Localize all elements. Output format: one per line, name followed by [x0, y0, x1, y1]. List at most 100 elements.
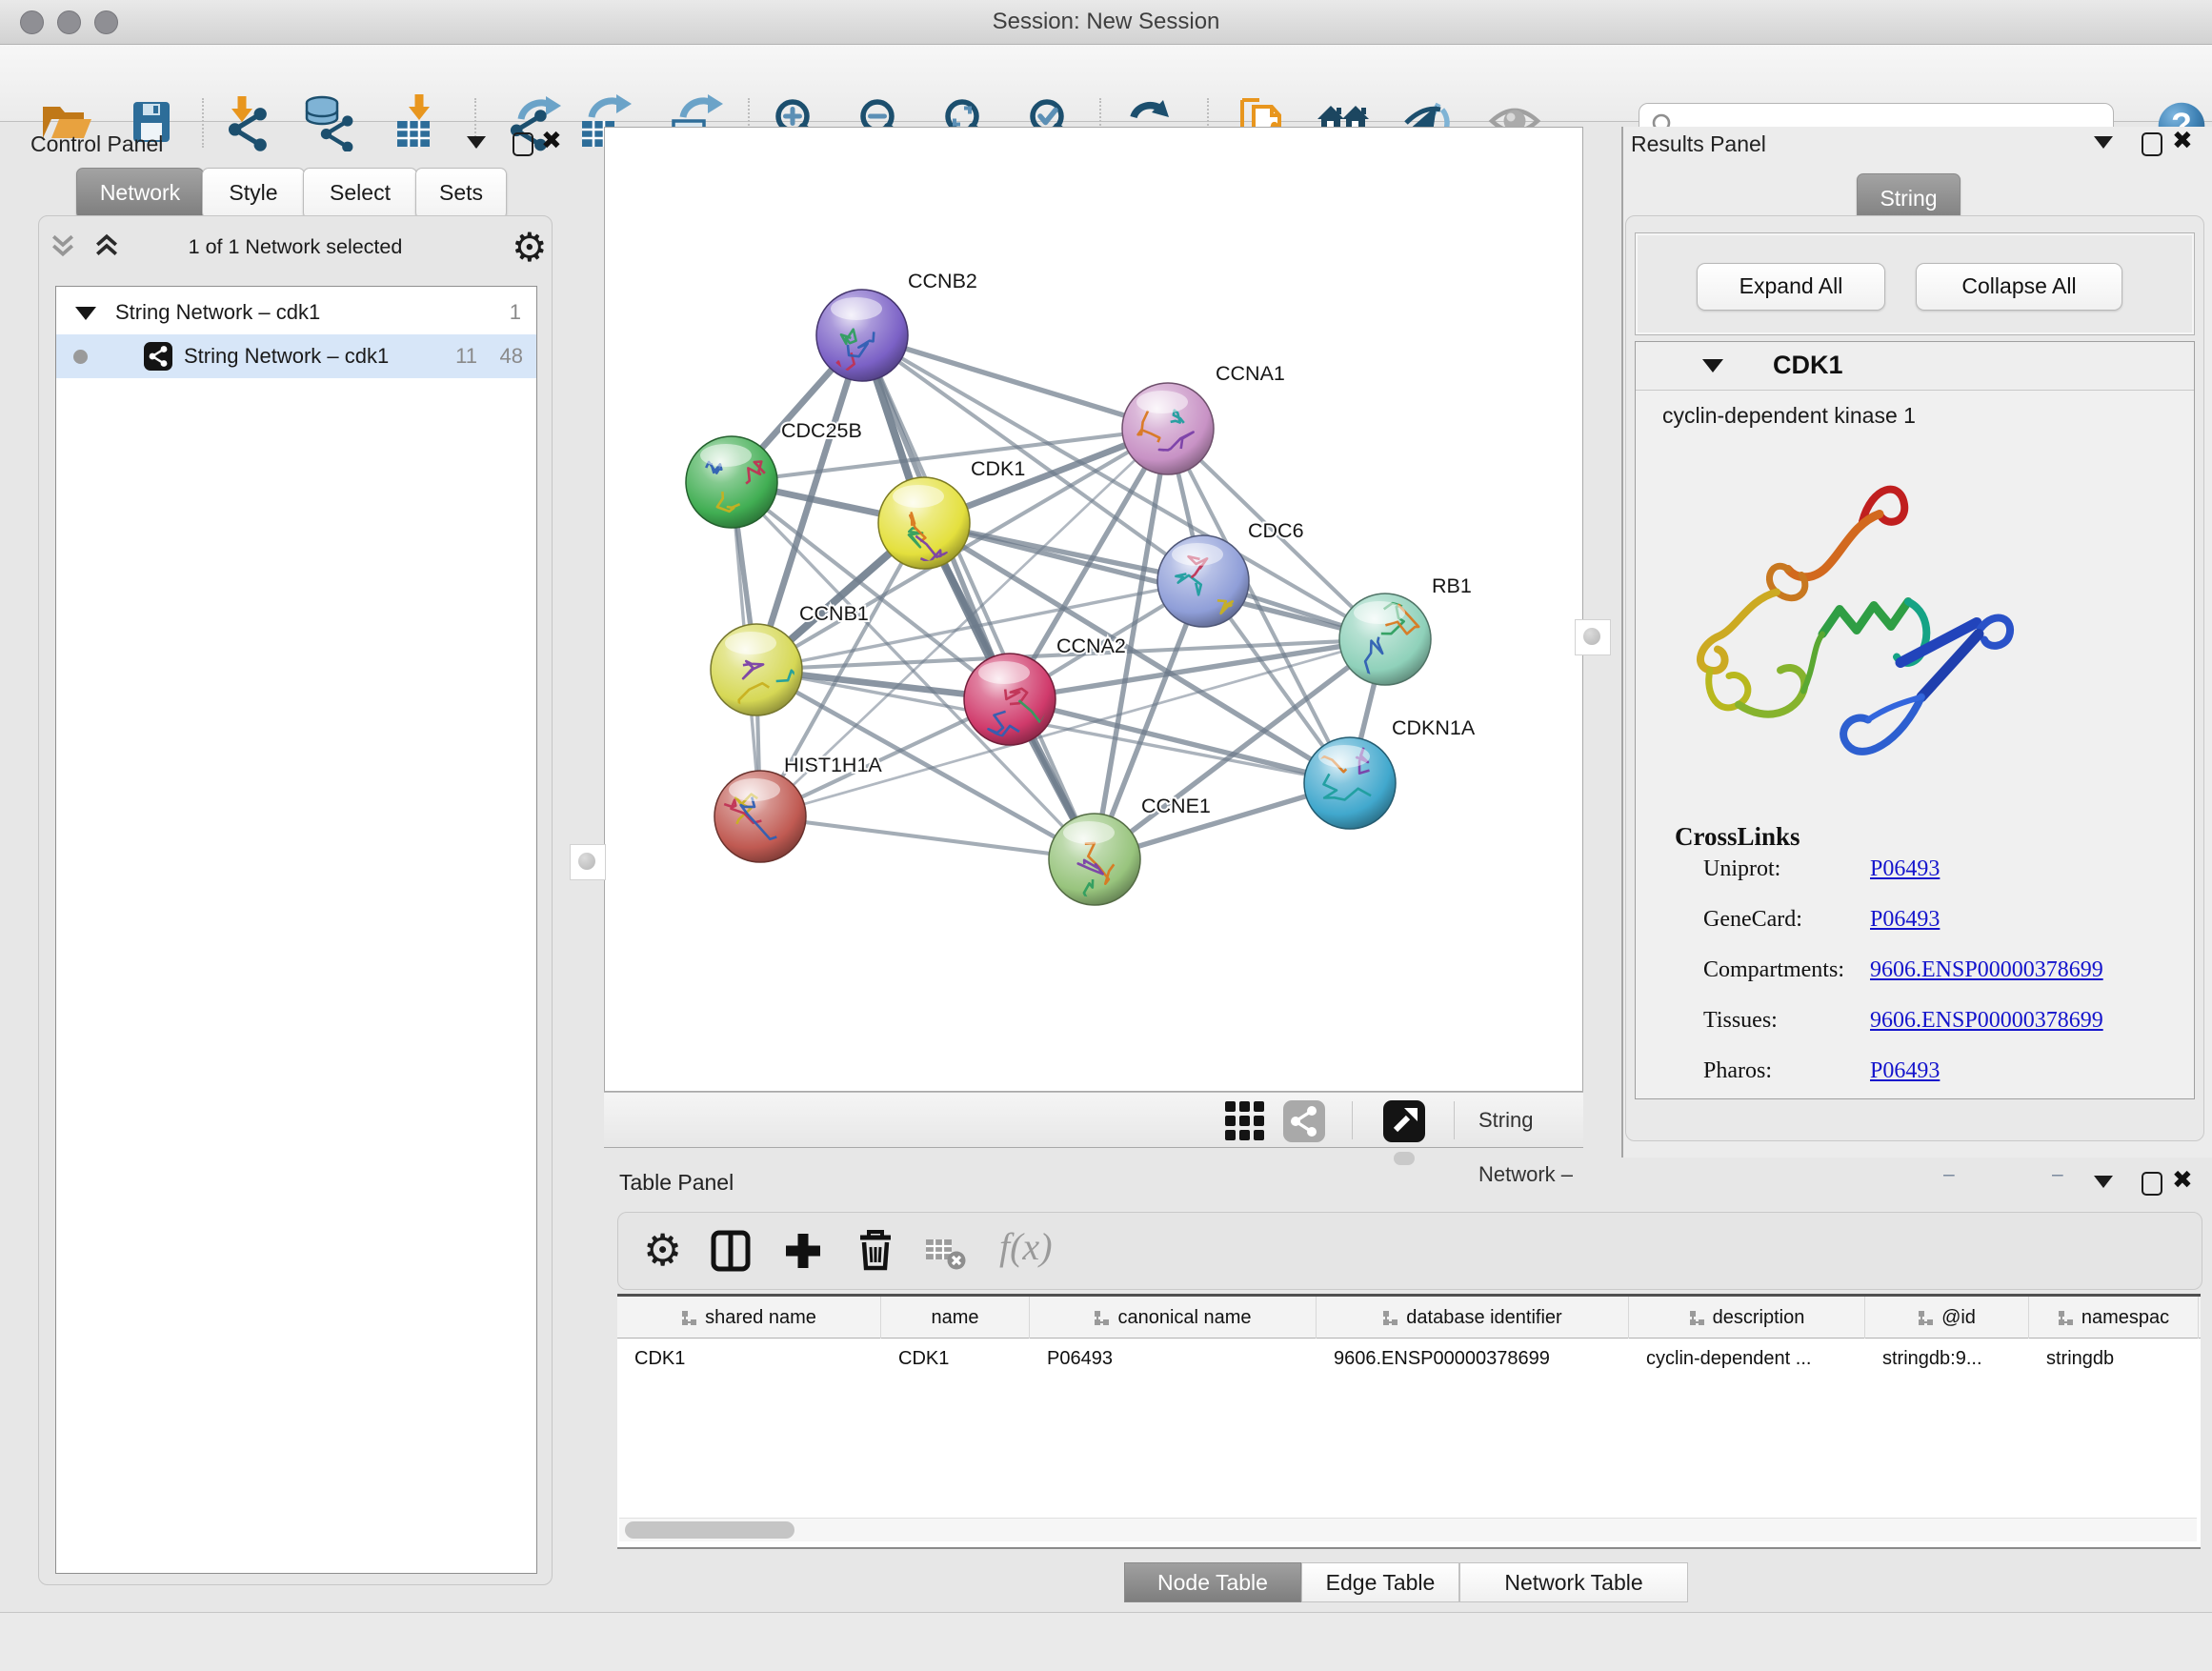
control-panel-close-icon[interactable]: ✖ — [541, 131, 562, 151]
tab-select[interactable]: Select — [303, 168, 417, 219]
control-panel-menu-icon[interactable] — [467, 136, 486, 149]
control-panel-float-icon[interactable] — [513, 132, 533, 156]
string-result-entry: CDK1 cyclin-dependent kinase 1 Cros — [1635, 341, 2195, 1099]
node-CDK1[interactable] — [878, 477, 970, 569]
results-panel-menu-icon[interactable] — [2094, 136, 2113, 149]
column-attribute-icon — [2058, 1310, 2074, 1326]
window-title: Session: New Session — [0, 0, 2212, 44]
table-panel-close-icon[interactable]: ✖ — [2172, 1171, 2193, 1190]
column-header-shared-name[interactable]: shared name — [617, 1297, 881, 1339]
column-attribute-icon — [1918, 1310, 1934, 1326]
protein-structure-image — [1681, 466, 2034, 805]
network-options-gear-icon[interactable]: ⚙ — [512, 224, 548, 271]
cell[interactable]: stringdb:9... — [1865, 1339, 2029, 1379]
node-label-CDKN1A: CDKN1A — [1392, 716, 1476, 739]
results-panel-float-icon[interactable] — [2142, 132, 2162, 156]
delete-table-icon[interactable] — [925, 1236, 967, 1272]
gene-header-row[interactable]: CDK1 — [1636, 342, 2194, 391]
cell[interactable]: CDK1 — [617, 1339, 881, 1379]
import-table-file-button[interactable] — [388, 94, 445, 151]
node-CCNB1[interactable] — [711, 624, 805, 732]
node-label-CCNA2: CCNA2 — [1056, 634, 1126, 657]
import-network-database-icon — [299, 94, 356, 151]
left-splitter-handle[interactable] — [570, 844, 606, 880]
delete-column-trash-icon[interactable] — [855, 1228, 896, 1272]
table-horizontal-scrollbar[interactable] — [619, 1518, 2197, 1541]
table-panel-float-icon[interactable] — [2142, 1172, 2162, 1196]
import-network-file-button[interactable] — [218, 94, 275, 151]
cell[interactable]: cyclin-dependent ... — [1629, 1339, 1865, 1379]
node-HIST1H1A[interactable] — [714, 771, 806, 862]
cell[interactable]: 9606.ENSP00000378699 — [1317, 1339, 1629, 1379]
crosslink-label: Uniprot: — [1703, 856, 1780, 881]
title-bar: Session: New Session — [0, 0, 2212, 45]
tab-style[interactable]: Style — [202, 168, 305, 219]
bottom-splitter-handle[interactable] — [1394, 1152, 1415, 1165]
right-splitter-handle[interactable] — [1575, 619, 1611, 655]
node-label-CDC6: CDC6 — [1248, 519, 1304, 542]
function-builder-icon: f(x) — [999, 1224, 1053, 1269]
table-row[interactable]: CDK1CDK1P064939606.ENSP00000378699cyclin… — [617, 1339, 2201, 1379]
table-header-row[interactable]: shared namenamecanonical namedatabase id… — [617, 1297, 2201, 1339]
birds-eye-view-icon[interactable] — [1383, 1100, 1425, 1142]
network-edge-count: 48 — [500, 334, 523, 378]
collection-expander-icon[interactable] — [75, 307, 96, 320]
node-CDC6[interactable] — [1157, 535, 1249, 627]
crosslink-link[interactable]: P06493 — [1870, 907, 1940, 933]
collection-count: 1 — [510, 291, 521, 334]
column-header--id[interactable]: @id — [1865, 1297, 2029, 1339]
scrollbar-thumb[interactable] — [625, 1521, 794, 1539]
import-network-database-button[interactable] — [299, 94, 356, 151]
crosslink-link[interactable]: P06493 — [1870, 856, 1940, 882]
expand-all-button[interactable]: Expand All — [1697, 263, 1885, 311]
crosslink-link[interactable]: P06493 — [1870, 1058, 1940, 1084]
tab-network-table[interactable]: Network Table — [1459, 1562, 1688, 1602]
gene-symbol: CDK1 — [1773, 351, 1843, 380]
node-CCNA1[interactable] — [1122, 383, 1214, 474]
show-columns-icon[interactable] — [710, 1230, 752, 1272]
node-CCNA2[interactable] — [964, 654, 1069, 745]
tab-node-table[interactable]: Node Table — [1124, 1562, 1301, 1602]
node-CCNE1[interactable] — [1049, 814, 1140, 918]
network-node-count: 11 — [455, 334, 477, 378]
column-header-database-identifier[interactable]: database identifier — [1317, 1297, 1629, 1339]
tab-sets[interactable]: Sets — [415, 168, 507, 219]
network-view-share-icon[interactable] — [1283, 1100, 1325, 1142]
cell[interactable]: P06493 — [1030, 1339, 1317, 1379]
crosslink-link[interactable]: 9606.ENSP00000378699 — [1870, 957, 2103, 983]
network-state-dot-icon — [73, 350, 88, 364]
network-label: String Network – cdk1 — [184, 334, 389, 378]
cell[interactable]: stringdb — [2029, 1339, 2199, 1379]
tab-edge-table[interactable]: Edge Table — [1301, 1562, 1459, 1602]
crosslink-label: Tissues: — [1703, 1008, 1778, 1033]
network-collection-row[interactable]: String Network – cdk1 1 — [56, 291, 536, 334]
network-canvas[interactable]: CCNB2CCNA1CDC25BCDK1CDC6RB1CCNB1CCNA2CDK… — [604, 127, 1583, 1092]
node-CDC25B[interactable] — [686, 436, 777, 528]
tab-network[interactable]: Network — [76, 168, 204, 219]
collapse-all-button[interactable]: Collapse All — [1916, 263, 2122, 311]
edge-CCNB2-CCNE1[interactable] — [862, 335, 1095, 859]
cell[interactable]: CDK1 — [881, 1339, 1030, 1379]
table-panel-menu-icon[interactable] — [2094, 1176, 2113, 1188]
crosslink-label: Compartments: — [1703, 957, 1844, 982]
column-header-name[interactable]: name — [881, 1297, 1030, 1339]
main-toolbar: ? — [0, 45, 2212, 122]
crosslink-link[interactable]: 9606.ENSP00000378699 — [1870, 1008, 2103, 1034]
column-header-namespac[interactable]: namespac — [2029, 1297, 2199, 1339]
node-CDKN1A[interactable] — [1304, 737, 1396, 829]
network-row-selected[interactable]: String Network – cdk1 11 48 — [56, 334, 536, 378]
edge-CCNB2-CCNA1[interactable] — [862, 335, 1168, 429]
grid-view-icon[interactable] — [1224, 1100, 1266, 1142]
edge-HIST1H1A-CCNE1[interactable] — [760, 816, 1095, 859]
results-panel-close-icon[interactable]: ✖ — [2172, 131, 2193, 151]
table-options-gear-icon[interactable]: ⚙ — [643, 1224, 682, 1276]
column-header-canonical-name[interactable]: canonical name — [1030, 1297, 1317, 1339]
gene-expander-icon[interactable] — [1702, 359, 1723, 372]
crosslink-row: Uniprot: P06493 — [1703, 856, 2161, 882]
column-header-description[interactable]: description — [1629, 1297, 1865, 1339]
network-graph[interactable]: CCNB2CCNA1CDC25BCDK1CDC6RB1CCNB1CCNA2CDK… — [605, 128, 1582, 1091]
crosslink-label: GeneCard: — [1703, 907, 1802, 932]
create-column-plus-icon[interactable] — [782, 1230, 824, 1272]
node-RB1[interactable] — [1339, 594, 1431, 685]
node-label-CCNB1: CCNB1 — [799, 602, 869, 625]
